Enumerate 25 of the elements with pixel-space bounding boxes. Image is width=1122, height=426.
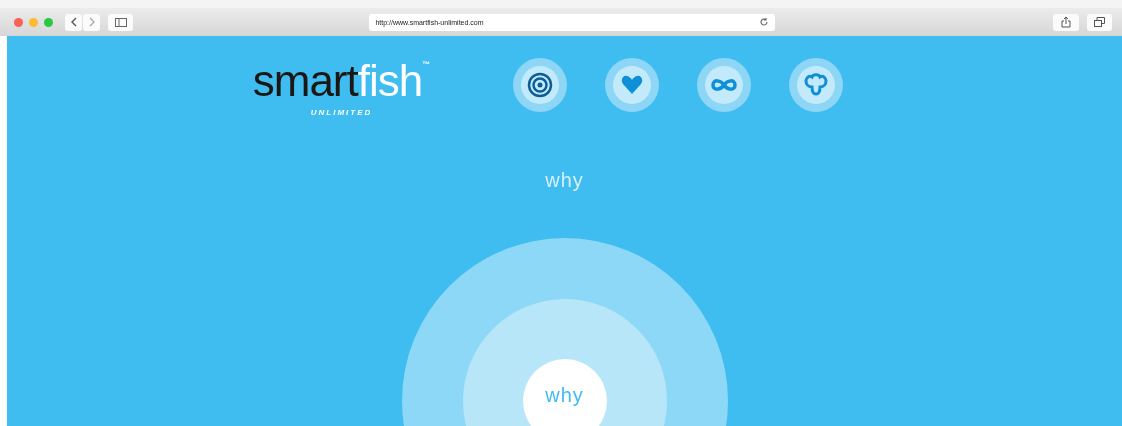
reload-icon	[759, 17, 770, 27]
chevron-right-icon	[87, 17, 96, 27]
tabs-button[interactable]	[1086, 13, 1112, 31]
share-button[interactable]	[1053, 13, 1079, 31]
nav-icon-button[interactable]	[604, 58, 659, 112]
center-label: why	[544, 384, 585, 407]
back-button[interactable]	[65, 13, 82, 31]
nav-icon-button[interactable]	[512, 58, 567, 112]
zoom-button[interactable]	[44, 17, 53, 27]
sidebar-icon	[114, 17, 127, 27]
nav-icon-button[interactable]	[788, 58, 843, 112]
tabs-icon	[1093, 17, 1105, 27]
heart-icon	[620, 75, 643, 95]
logo-wordmark[interactable]: smartfish	[252, 56, 423, 106]
section-heading: why	[545, 169, 584, 192]
target-icon	[526, 72, 553, 98]
logo-tagline: UNLIMITED	[310, 108, 373, 117]
share-icon	[1060, 16, 1071, 28]
infinity-icon	[709, 78, 738, 92]
chevron-left-icon	[69, 17, 78, 27]
trefoil-icon	[803, 73, 828, 97]
close-button[interactable]	[14, 17, 23, 27]
trademark-mark: ™	[422, 60, 431, 69]
nav-icon-button[interactable]	[696, 58, 751, 112]
sidebar-button[interactable]	[108, 13, 134, 31]
